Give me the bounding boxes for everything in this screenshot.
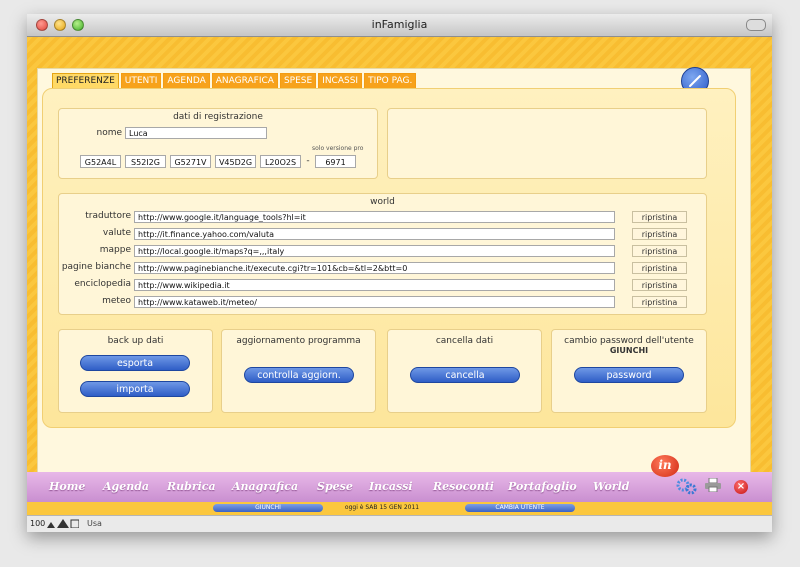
- reset-white-pages-button[interactable]: ripristina: [632, 262, 687, 274]
- print-icon[interactable]: [705, 478, 721, 492]
- pro-version-label: solo versione pro: [312, 145, 364, 152]
- world-row-label: mappe: [99, 245, 131, 255]
- delete-box: cancella dati cancella: [387, 329, 542, 413]
- world-row-label: traduttore: [85, 211, 131, 221]
- in-logo-icon: in: [651, 455, 679, 477]
- zoom-controls-icon[interactable]: [47, 519, 79, 528]
- reg-code-2[interactable]: S52I2G: [125, 155, 166, 168]
- backup-title: back up dati: [107, 336, 164, 346]
- password-title: cambio password dell'utente: [564, 336, 694, 346]
- nav-anagrafica[interactable]: Anagrafica: [232, 480, 298, 493]
- delete-button[interactable]: cancella: [410, 367, 520, 383]
- current-user-badge: GIUNCHI: [213, 504, 323, 512]
- reg-code-3[interactable]: G5271V: [170, 155, 211, 168]
- maps-url-field[interactable]: http://local.google.it/maps?q=,,,italy: [134, 245, 615, 257]
- update-box: aggiornamento programma controlla aggior…: [221, 329, 376, 413]
- currency-url-field[interactable]: http://it.finance.yahoo.com/valuta: [134, 228, 615, 240]
- today-value: SAB 15 GEN 2011: [365, 504, 420, 511]
- reg-code-5[interactable]: L20O2S: [260, 155, 301, 168]
- close-icon[interactable]: ×: [734, 480, 748, 494]
- reset-weather-button[interactable]: ripristina: [632, 296, 687, 308]
- nav-rubrica[interactable]: Rubrica: [167, 480, 216, 493]
- preferences-panel: dati di registrazione nome Luca solo ver…: [42, 88, 736, 428]
- name-field[interactable]: Luca: [125, 127, 267, 139]
- change-user-button[interactable]: CAMBIA UTENTE: [465, 504, 575, 512]
- reset-currency-button[interactable]: ripristina: [632, 228, 687, 240]
- nav-resoconti[interactable]: Resoconti: [433, 480, 494, 493]
- window-title: inFamiglia: [371, 18, 428, 31]
- title-bar: inFamiglia: [27, 14, 772, 37]
- edit-pencil-icon: [689, 75, 701, 87]
- update-title: aggiornamento programma: [236, 336, 361, 346]
- encyclopedia-url-field[interactable]: http://www.wikipedia.it: [134, 279, 615, 291]
- nav-agenda[interactable]: Agenda: [103, 480, 149, 493]
- white-pages-url-field[interactable]: http://www.paginebianche.it/execute.cgi?…: [134, 262, 615, 274]
- password-button[interactable]: password: [574, 367, 684, 383]
- world-title: world: [370, 197, 395, 207]
- nav-incassi[interactable]: Incassi: [369, 480, 413, 493]
- world-row-label: valute: [102, 228, 131, 238]
- import-button[interactable]: importa: [80, 381, 190, 397]
- content-area: PREFERENZE UTENTI AGENDA ANAGRAFICA SPES…: [27, 37, 772, 514]
- password-user: GIUNCHI: [609, 346, 649, 355]
- reset-encyclopedia-button[interactable]: ripristina: [632, 279, 687, 291]
- backup-box: back up dati esporta importa: [58, 329, 213, 413]
- reg-code-1[interactable]: G52A4L: [80, 155, 121, 168]
- nav-spese[interactable]: Spese: [317, 480, 353, 493]
- registration-box: dati di registrazione nome Luca solo ver…: [58, 108, 378, 179]
- nav-portafoglio[interactable]: Portafoglio: [508, 480, 577, 493]
- toolbar-toggle-button[interactable]: [746, 19, 766, 31]
- world-row-label: pagine bianche: [61, 262, 131, 272]
- world-row-label: enciclopedia: [74, 279, 131, 289]
- reset-maps-button[interactable]: ripristina: [632, 245, 687, 257]
- pro-code[interactable]: 6971: [315, 155, 356, 168]
- world-row-label: meteo: [102, 296, 131, 306]
- registration-title: dati di registrazione: [173, 112, 263, 122]
- mode-label: Usa: [87, 519, 102, 528]
- translator-url-field[interactable]: http://www.google.it/language_tools?hl=i…: [134, 211, 615, 223]
- today-date: oggi è SAB 15 GEN 2011: [317, 504, 447, 512]
- world-box: world traduttore http://www.google.it/la…: [58, 193, 707, 315]
- delete-title: cancella dati: [435, 336, 494, 346]
- reset-translator-button[interactable]: ripristina: [632, 211, 687, 223]
- weather-url-field[interactable]: http://www.kataweb.it/meteo/: [134, 296, 615, 308]
- today-label: oggi è: [344, 504, 364, 511]
- code-separator: -: [306, 156, 310, 166]
- nav-world[interactable]: World: [593, 480, 629, 493]
- reg-code-4[interactable]: V45D2G: [215, 155, 256, 168]
- gear-icon[interactable]: [675, 476, 699, 496]
- app-window: inFamiglia PREFERENZE UTENTI AGENDA ANAG…: [27, 14, 772, 532]
- export-button[interactable]: esporta: [80, 355, 190, 371]
- window-footer: 100 Usa: [27, 515, 772, 532]
- nav-home[interactable]: Home: [49, 480, 85, 493]
- name-label: nome: [96, 128, 122, 138]
- zoom-level[interactable]: 100: [30, 519, 45, 528]
- password-box: cambio password dell'utente GIUNCHI pass…: [551, 329, 707, 413]
- check-updates-button[interactable]: controlla aggiorn.: [244, 367, 354, 383]
- empty-box: [387, 108, 707, 179]
